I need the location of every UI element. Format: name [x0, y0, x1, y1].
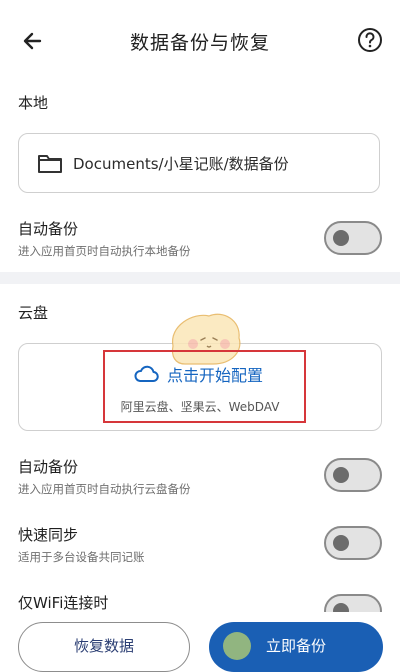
backup-now-button[interactable]: 立即备份 [209, 622, 383, 672]
toggle-knob [333, 535, 349, 551]
toggle-knob [333, 230, 349, 246]
cloud-icon [134, 365, 159, 382]
cloud-auto-backup-title: 自动备份 [18, 458, 79, 476]
local-path-text: Documents/小星记账/数据备份 [73, 154, 289, 173]
section-divider [0, 272, 400, 284]
cloud-config-action[interactable]: 点击开始配置 [133, 362, 263, 386]
quick-sync-toggle[interactable] [324, 526, 382, 560]
help-circle-icon[interactable] [356, 26, 384, 54]
backup-now-label: 立即备份 [265, 637, 326, 655]
local-path-field[interactable]: Documents/小星记账/数据备份 [18, 133, 380, 193]
app-header: 数据备份与恢复 [0, 0, 400, 80]
quick-sync-desc: 适用于多台设备共同记账 [18, 550, 145, 564]
mascot-badge [223, 632, 251, 660]
cloud-auto-backup-toggle[interactable] [324, 458, 382, 492]
section-label-local: 本地 [18, 94, 49, 112]
local-auto-backup-title: 自动备份 [18, 220, 79, 238]
quick-sync-title: 快速同步 [18, 526, 79, 544]
cloud-config-title: 点击开始配置 [167, 366, 264, 385]
section-label-cloud: 云盘 [18, 304, 49, 322]
cloud-auto-backup-desc: 进入应用首页时自动执行云盘备份 [18, 482, 191, 496]
folder-icon [38, 155, 62, 173]
wifi-only-title: 仅WiFi连接时 [18, 594, 109, 612]
cloud-config-subtitle: 阿里云盘、坚果云、WebDAV [120, 400, 280, 414]
local-auto-backup-toggle[interactable] [324, 221, 382, 255]
page-title: 数据备份与恢复 [129, 32, 270, 54]
restore-data-button[interactable]: 恢复数据 [18, 622, 190, 672]
local-auto-backup-desc: 进入应用首页时自动执行本地备份 [18, 244, 191, 258]
toggle-knob [333, 467, 349, 483]
